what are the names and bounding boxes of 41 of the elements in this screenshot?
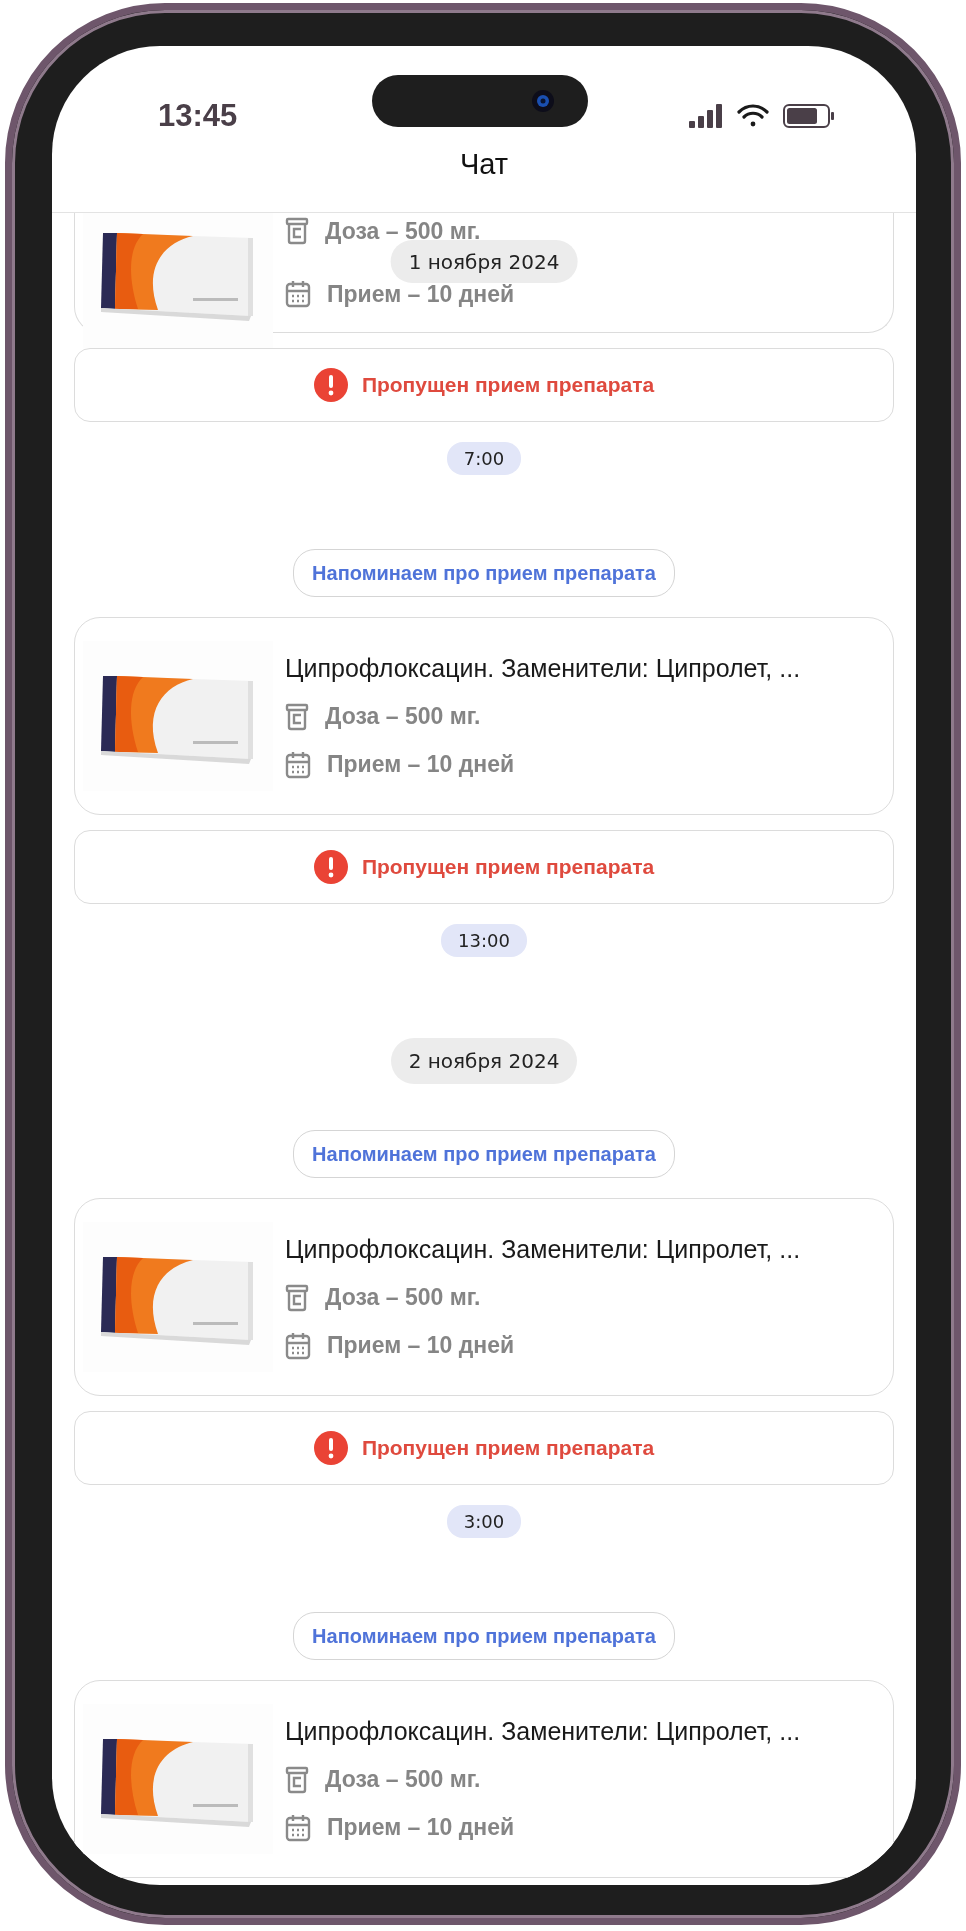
time-chip: 13:00 xyxy=(441,924,527,957)
alert-icon xyxy=(313,368,348,402)
time-chip: 3:00 xyxy=(446,1505,522,1538)
reminder-chip: Напоминаем про прием препарата xyxy=(293,1612,675,1660)
medicine-card[interactable]: Ципрофлоксацин. Заменители: Ципролет, ... Доза – 500 мг. Прием – 10 дней xyxy=(74,617,894,815)
date-chip: 2 ноября 2024 xyxy=(390,1038,578,1084)
battery-icon xyxy=(783,104,835,128)
medicine-card[interactable]: Ципрофлоксацин. Заменители: Ципролет, ... Доза – 500 мг. Прием – 10 дней xyxy=(74,1198,894,1396)
status-time: 13:45 xyxy=(158,98,238,134)
screen-title: Чат xyxy=(459,148,509,181)
dose-text: Доза – 500 мг. xyxy=(325,1284,481,1311)
calendar-icon xyxy=(285,1813,311,1842)
wifi-icon xyxy=(737,104,769,128)
dose-text: Доза – 500 мг. xyxy=(325,703,481,730)
reminder-chip: Напоминаем про прием препарата xyxy=(293,1130,675,1178)
course-text: Прием – 10 дней xyxy=(327,1332,515,1359)
jar-icon xyxy=(285,1765,309,1794)
course-text: Прием – 10 дней xyxy=(327,751,515,778)
course-text: Прием – 10 дней xyxy=(327,280,515,308)
medicine-card[interactable]: Ципрофлоксацин. Заменители: Ципролет, ... Доза – 500 мг. Прием – 10 дней xyxy=(74,1680,894,1878)
medicine-title: Ципрофлоксацин. Заменители: Ципролет, ... xyxy=(285,1234,801,1264)
reminder-chip: Напоминаем про прием препарата xyxy=(293,549,675,597)
signal-icon xyxy=(689,104,723,128)
dose-text: Доза – 500 мг. xyxy=(325,1766,481,1793)
missed-dose-text: Пропущен прием препарата xyxy=(361,855,655,879)
medicine-title: Ципрофлоксацин. Заменители: Ципролет, ... xyxy=(285,1716,801,1746)
missed-dose-text: Пропущен прием препарата xyxy=(361,1436,655,1460)
calendar-icon xyxy=(285,750,311,779)
missed-dose-text: Пропущен прием препарата xyxy=(361,373,655,397)
medicine-title: Ципрофлоксацин. Заменители: Ципролет, ... xyxy=(285,653,801,683)
alert-icon xyxy=(313,1431,348,1465)
time-chip: 7:00 xyxy=(446,442,522,475)
jar-icon xyxy=(285,217,309,245)
jar-icon xyxy=(285,1283,309,1312)
calendar-icon xyxy=(285,280,311,308)
calendar-icon xyxy=(285,1331,311,1360)
date-chip: 1 ноября 2024 xyxy=(390,240,578,283)
alert-icon xyxy=(313,850,348,884)
course-text: Прием – 10 дней xyxy=(327,1814,515,1841)
camera-icon xyxy=(532,90,554,112)
jar-icon xyxy=(285,702,309,731)
